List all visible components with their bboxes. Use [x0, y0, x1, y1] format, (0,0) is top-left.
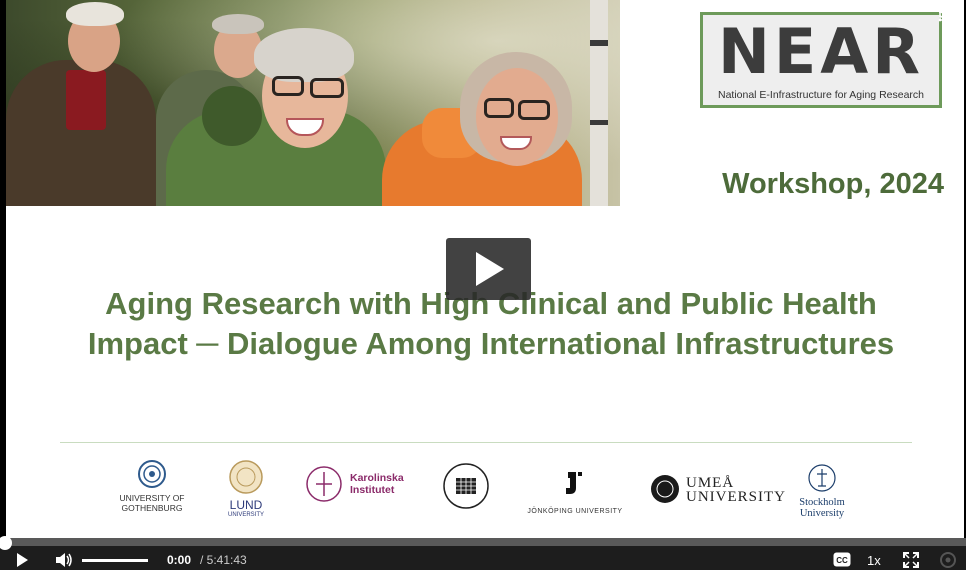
karolinska-line2: Institutet: [350, 484, 395, 496]
stockholm-line2: University: [799, 508, 845, 519]
current-time: 0:00: [167, 553, 192, 567]
logo-stockholm: Stockholm University: [792, 464, 852, 519]
title-line-2: Impact ─ Dialogue Among International In…: [87, 326, 895, 361]
play-button[interactable]: [14, 552, 30, 568]
lund-line1: LUND: [229, 498, 263, 512]
logo-subtitle: National E-Infrastructure for Aging Rese…: [717, 89, 925, 101]
header-photo: [6, 0, 620, 206]
workshop-heading: Workshop, 2024: [722, 168, 944, 200]
svg-text:CC: CC: [836, 556, 848, 565]
duration: / 5:41:43: [200, 553, 247, 567]
umea-seal-icon: [651, 475, 679, 503]
stockholm-seal-icon: [808, 464, 836, 492]
settings-icon[interactable]: [939, 551, 957, 569]
play-icon: [476, 252, 504, 286]
volume-icon[interactable]: [54, 551, 74, 569]
video-player[interactable]: NEAR National E-Infrastructure for Aging…: [0, 0, 966, 570]
karolinska-seal-icon: [306, 466, 342, 502]
umea-line2: UNIVERSITY: [686, 489, 786, 505]
jonkoping-mark-icon: [566, 472, 582, 494]
progress-bar[interactable]: [0, 538, 966, 546]
fullscreen-icon[interactable]: [902, 551, 920, 569]
big-play-button[interactable]: [446, 238, 531, 300]
volume-slider[interactable]: [82, 559, 148, 562]
top-bar: [0, 0, 966, 28]
karolinska-line1: Karolinska: [350, 472, 404, 484]
gothenburg-line2: GOTHENBURG: [121, 503, 183, 513]
cast-icon[interactable]: [938, 6, 958, 22]
divider: [60, 442, 912, 443]
bth-seal-icon: [443, 463, 489, 509]
lund-seal-icon: [229, 460, 263, 494]
logo-gothenburg: UNIVERSITY OF GOTHENBURG: [112, 460, 192, 513]
jonkoping-line1: JÖNKÖPING UNIVERSITY: [527, 508, 623, 515]
captions-icon[interactable]: CC: [833, 552, 851, 567]
gothenburg-line1: UNIVERSITY OF: [119, 493, 185, 503]
logo-jonkoping: JÖNKÖPING UNIVERSITY: [520, 468, 630, 517]
gothenburg-seal-icon: [138, 460, 166, 488]
volume-level: [82, 559, 148, 562]
logo-lund: LUND UNIVERSITY: [218, 460, 274, 519]
umea-line1: UMEÅ: [686, 475, 735, 491]
playback-speed[interactable]: 1x: [867, 553, 881, 568]
play-icon: [17, 553, 28, 567]
logo-bth: [440, 462, 492, 515]
lund-line2: UNIVERSITY: [227, 512, 264, 518]
stockholm-line1: Stockholm: [799, 497, 845, 508]
logo-text: NEAR: [718, 15, 924, 88]
